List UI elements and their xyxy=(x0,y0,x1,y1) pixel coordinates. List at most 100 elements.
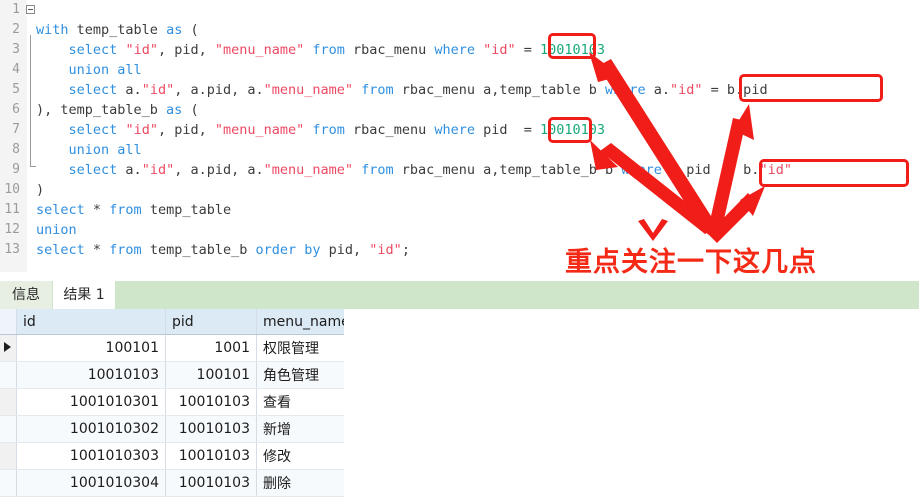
code-token: rbac_menu a,temp_table b xyxy=(393,82,605,98)
code-line[interactable]: 12 union xyxy=(0,220,919,240)
row-marker-header xyxy=(0,309,17,335)
result-table-body[interactable]: 100101 1001 权限管理 10010103 100101 角色管理 10010103… xyxy=(0,334,384,497)
code-token: "menu_name" xyxy=(263,82,354,98)
code-token: = b.pid xyxy=(702,82,768,98)
table-row[interactable]: 1001010304 10010103 删除 xyxy=(0,469,384,497)
code-line[interactable]: 5 select a."id", a.pid, a."menu_name" fr… xyxy=(0,80,919,100)
line-number: 12 xyxy=(4,222,20,237)
row-marker-cell[interactable] xyxy=(0,388,17,416)
line-number: 8 xyxy=(12,142,20,157)
code-line-text: select * from temp_table_b order by pid,… xyxy=(36,240,410,260)
code-token: select xyxy=(68,122,118,138)
code-token: 10010103 xyxy=(540,42,606,58)
cell-pid[interactable]: 10010103 xyxy=(165,415,257,443)
table-row[interactable]: 1001010301 10010103 查看 xyxy=(0,388,384,416)
code-token: "id" xyxy=(483,42,516,58)
result-table-header: id pid menu_name xyxy=(0,309,384,335)
cell-id[interactable]: 1001010302 xyxy=(16,415,166,443)
cell-pid[interactable]: 10010103 xyxy=(165,388,257,416)
code-line-text: ), temp_table_b as ( xyxy=(36,100,199,120)
row-marker-cell[interactable] xyxy=(0,334,17,362)
row-marker-cell[interactable] xyxy=(0,469,17,497)
code-line[interactable]: 8 union all xyxy=(0,140,919,160)
code-line[interactable]: 4 union all xyxy=(0,60,919,80)
code-token: a. xyxy=(645,82,671,98)
result-table[interactable]: id pid menu_name 100101 1001 权限管理 10010103 1… xyxy=(0,309,384,497)
row-marker-cell[interactable] xyxy=(0,442,17,470)
table-row[interactable]: 100101 1001 权限管理 xyxy=(0,334,384,362)
row-marker-cell[interactable] xyxy=(0,361,17,389)
result-grid[interactable]: id pid menu_name 100101 1001 权限管理 10010103 1… xyxy=(0,309,919,500)
cell-pid[interactable]: 100101 xyxy=(165,361,257,389)
code-line-text: select a."id", a.pid, a."menu_name" from… xyxy=(36,160,792,180)
code-token: "id" xyxy=(141,162,175,178)
code-line[interactable]: 10) xyxy=(0,180,919,200)
code-token: temp_table xyxy=(141,202,232,218)
sql-editor-pane[interactable]: 1 2 with temp_table as (3 select "id", pid… xyxy=(0,0,919,272)
code-token: 10010103 xyxy=(540,122,606,138)
cell-id[interactable]: 1001010303 xyxy=(16,442,166,470)
code-token: "menu_name" xyxy=(214,42,305,58)
code-token: * xyxy=(84,242,110,258)
code-token: temp_table xyxy=(68,22,167,38)
code-token: "id" xyxy=(141,82,175,98)
code-line[interactable]: 13 select * from temp_table_b order by pi… xyxy=(0,240,919,260)
line-number: 2 xyxy=(12,22,20,37)
table-row[interactable]: 1001010303 10010103 修改 xyxy=(0,442,384,470)
table-header-row: id pid menu_name xyxy=(0,309,384,335)
code-line[interactable]: 1 xyxy=(0,0,919,20)
line-number: 7 xyxy=(12,122,20,137)
line-number: 11 xyxy=(4,202,20,217)
cell-id[interactable]: 1001010304 xyxy=(16,469,166,497)
code-line[interactable]: 11 select * from temp_table xyxy=(0,200,919,220)
code-line-text: select "id", pid, "menu_name" from rbac_… xyxy=(36,120,606,140)
code-token: ; xyxy=(401,242,410,258)
code-token: "menu_name" xyxy=(214,122,305,138)
code-token: as xyxy=(166,102,183,118)
grid-empty-area xyxy=(344,309,919,500)
column-header-pid[interactable]: pid xyxy=(165,309,257,335)
line-number: 13 xyxy=(4,242,20,257)
code-line[interactable]: 7 select "id", pid, "menu_name" from rba… xyxy=(0,120,919,140)
code-token: select xyxy=(36,242,85,258)
code-token: from xyxy=(109,202,142,218)
code-token: , a.pid, a. xyxy=(174,162,264,178)
code-token: from xyxy=(361,82,394,98)
cell-id[interactable]: 1001010301 xyxy=(16,388,166,416)
line-number: 1 xyxy=(12,2,20,17)
cell-pid[interactable]: 10010103 xyxy=(165,469,257,497)
tab-info[interactable]: 信息 xyxy=(0,281,52,309)
cell-id[interactable]: 100101 xyxy=(16,334,166,362)
code-token: ( xyxy=(182,102,199,118)
code-token: ) xyxy=(36,182,45,198)
code-line[interactable]: 9 select a."id", a.pid, a."menu_name" fr… xyxy=(0,160,919,180)
sql-code-text[interactable]: 1 2 with temp_table as (3 select "id", pid… xyxy=(0,0,919,272)
row-marker-cell[interactable] xyxy=(0,415,17,443)
code-token: order by xyxy=(255,242,321,258)
table-row[interactable]: 10010103 100101 角色管理 xyxy=(0,361,384,389)
cell-pid[interactable]: 10010103 xyxy=(165,442,257,470)
code-token: union all xyxy=(68,62,142,78)
table-row[interactable]: 1001010302 10010103 新增 xyxy=(0,415,384,443)
code-token: from xyxy=(312,122,345,138)
code-token: union xyxy=(36,222,77,238)
code-token: "id" xyxy=(125,42,158,58)
sql-client-window: 1 2 with temp_table as (3 select "id", pid… xyxy=(0,0,919,500)
code-token: ( xyxy=(182,22,199,38)
column-header-id[interactable]: id xyxy=(16,309,166,335)
code-token: where xyxy=(434,42,475,58)
tab-result-1[interactable]: 结果 1 xyxy=(53,281,115,309)
cell-id[interactable]: 10010103 xyxy=(16,361,166,389)
code-line[interactable]: 2 with temp_table as ( xyxy=(0,20,919,40)
code-token: "menu_name" xyxy=(263,162,354,178)
code-line[interactable]: 3 select "id", pid, "menu_name" from rba… xyxy=(0,40,919,60)
code-token: where xyxy=(434,122,475,138)
code-line[interactable]: 6), temp_table_b as ( xyxy=(0,100,919,120)
cell-pid[interactable]: 1001 xyxy=(165,334,257,362)
